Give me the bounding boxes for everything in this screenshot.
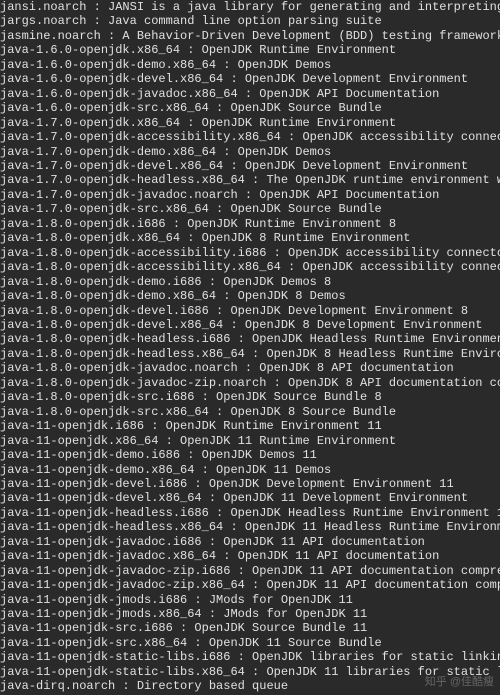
terminal-line: java-1.6.0-openjdk-src.x86_64 : OpenJDK …	[0, 101, 500, 115]
terminal-line: java-11-openjdk-jmods.i686 : JMods for O…	[0, 593, 500, 607]
terminal-line: java-11-openjdk-demo.x86_64 : OpenJDK 11…	[0, 463, 500, 477]
terminal-line: java-1.6.0-openjdk-devel.x86_64 : OpenJD…	[0, 72, 500, 86]
terminal-line: java-11-openjdk-devel.i686 : OpenJDK Dev…	[0, 477, 500, 491]
terminal-line: java-1.6.0-openjdk.x86_64 : OpenJDK Runt…	[0, 43, 500, 57]
terminal-line: java-11-openjdk-headless.i686 : OpenJDK …	[0, 506, 500, 520]
terminal-line: jasmine.noarch : A Behavior-Driven Devel…	[0, 29, 500, 43]
terminal-line: java-11-openjdk.x86_64 : OpenJDK 11 Runt…	[0, 434, 500, 448]
terminal-line: java-1.7.0-openjdk-headless.x86_64 : The…	[0, 173, 500, 187]
terminal-line: java-1.8.0-openjdk-demo.x86_64 : OpenJDK…	[0, 289, 500, 303]
terminal-line: java-1.7.0-openjdk-javadoc.noarch : Open…	[0, 188, 500, 202]
terminal-line: java-1.8.0-openjdk-src.i686 : OpenJDK So…	[0, 390, 500, 404]
terminal-line: jargs.noarch : Java command line option …	[0, 14, 500, 28]
terminal-line: java-11-openjdk-static-libs.x86_64 : Ope…	[0, 665, 500, 679]
terminal-line: java-11-openjdk-javadoc.i686 : OpenJDK 1…	[0, 535, 500, 549]
terminal-line: java-1.8.0-openjdk-accessibility.x86_64 …	[0, 260, 500, 274]
terminal-line: java-11-openjdk-javadoc.x86_64 : OpenJDK…	[0, 549, 500, 563]
terminal-line: java-1.8.0-openjdk-devel.x86_64 : OpenJD…	[0, 318, 500, 332]
terminal-line: java-11-openjdk-javadoc-zip.i686 : OpenJ…	[0, 564, 500, 578]
terminal-line: java-1.6.0-openjdk-demo.x86_64 : OpenJDK…	[0, 58, 500, 72]
terminal-line: java-11-openjdk-javadoc-zip.x86_64 : Ope…	[0, 578, 500, 592]
terminal-line: java-11-openjdk-devel.x86_64 : OpenJDK 1…	[0, 491, 500, 505]
terminal-line: java-dirq.noarch : Directory based queue	[0, 679, 500, 693]
terminal-line: java-11-openjdk-src.x86_64 : OpenJDK 11 …	[0, 636, 500, 650]
terminal-line: java-1.7.0-openjdk-src.x86_64 : OpenJDK …	[0, 202, 500, 216]
terminal-line: java-1.8.0-openjdk-devel.i686 : OpenJDK …	[0, 304, 500, 318]
terminal-line: java-1.8.0-openjdk-headless.x86_64 : Ope…	[0, 347, 500, 361]
terminal-line: java-1.8.0-openjdk-src.x86_64 : OpenJDK …	[0, 405, 500, 419]
terminal-line: java-11-openjdk-headless.x86_64 : OpenJD…	[0, 520, 500, 534]
terminal-line: java-1.8.0-openjdk.x86_64 : OpenJDK 8 Ru…	[0, 231, 500, 245]
terminal-line: java-1.8.0-openjdk-headless.i686 : OpenJ…	[0, 332, 500, 346]
terminal-line: java-1.8.0-openjdk.i686 : OpenJDK Runtim…	[0, 217, 500, 231]
terminal-line: jansi.noarch : JANSI is a java library f…	[0, 0, 500, 14]
terminal-line: java-11-openjdk-demo.i686 : OpenJDK Demo…	[0, 448, 500, 462]
terminal-line: java-1.7.0-openjdk-accessibility.x86_64 …	[0, 130, 500, 144]
terminal-output: jansi.noarch : JANSI is a java library f…	[0, 0, 500, 694]
terminal-line: java-1.7.0-openjdk-demo.x86_64 : OpenJDK…	[0, 145, 500, 159]
terminal-line: java-1.7.0-openjdk-devel.x86_64 : OpenJD…	[0, 159, 500, 173]
terminal-line: java-1.8.0-openjdk-accessibility.i686 : …	[0, 246, 500, 260]
terminal-line: java-11-openjdk-jmods.x86_64 : JMods for…	[0, 607, 500, 621]
terminal-line: java-1.7.0-openjdk.x86_64 : OpenJDK Runt…	[0, 116, 500, 130]
terminal-line: java-11-openjdk.i686 : OpenJDK Runtime E…	[0, 419, 500, 433]
terminal-line: java-1.6.0-openjdk-javadoc.x86_64 : Open…	[0, 87, 500, 101]
terminal-line: java-1.8.0-openjdk-demo.i686 : OpenJDK D…	[0, 275, 500, 289]
terminal-line: java-1.8.0-openjdk-javadoc.noarch : Open…	[0, 361, 500, 375]
terminal-line: java-11-openjdk-src.i686 : OpenJDK Sourc…	[0, 621, 500, 635]
terminal-line: java-1.8.0-openjdk-javadoc-zip.noarch : …	[0, 376, 500, 390]
terminal-line: java-11-openjdk-static-libs.i686 : OpenJ…	[0, 650, 500, 664]
